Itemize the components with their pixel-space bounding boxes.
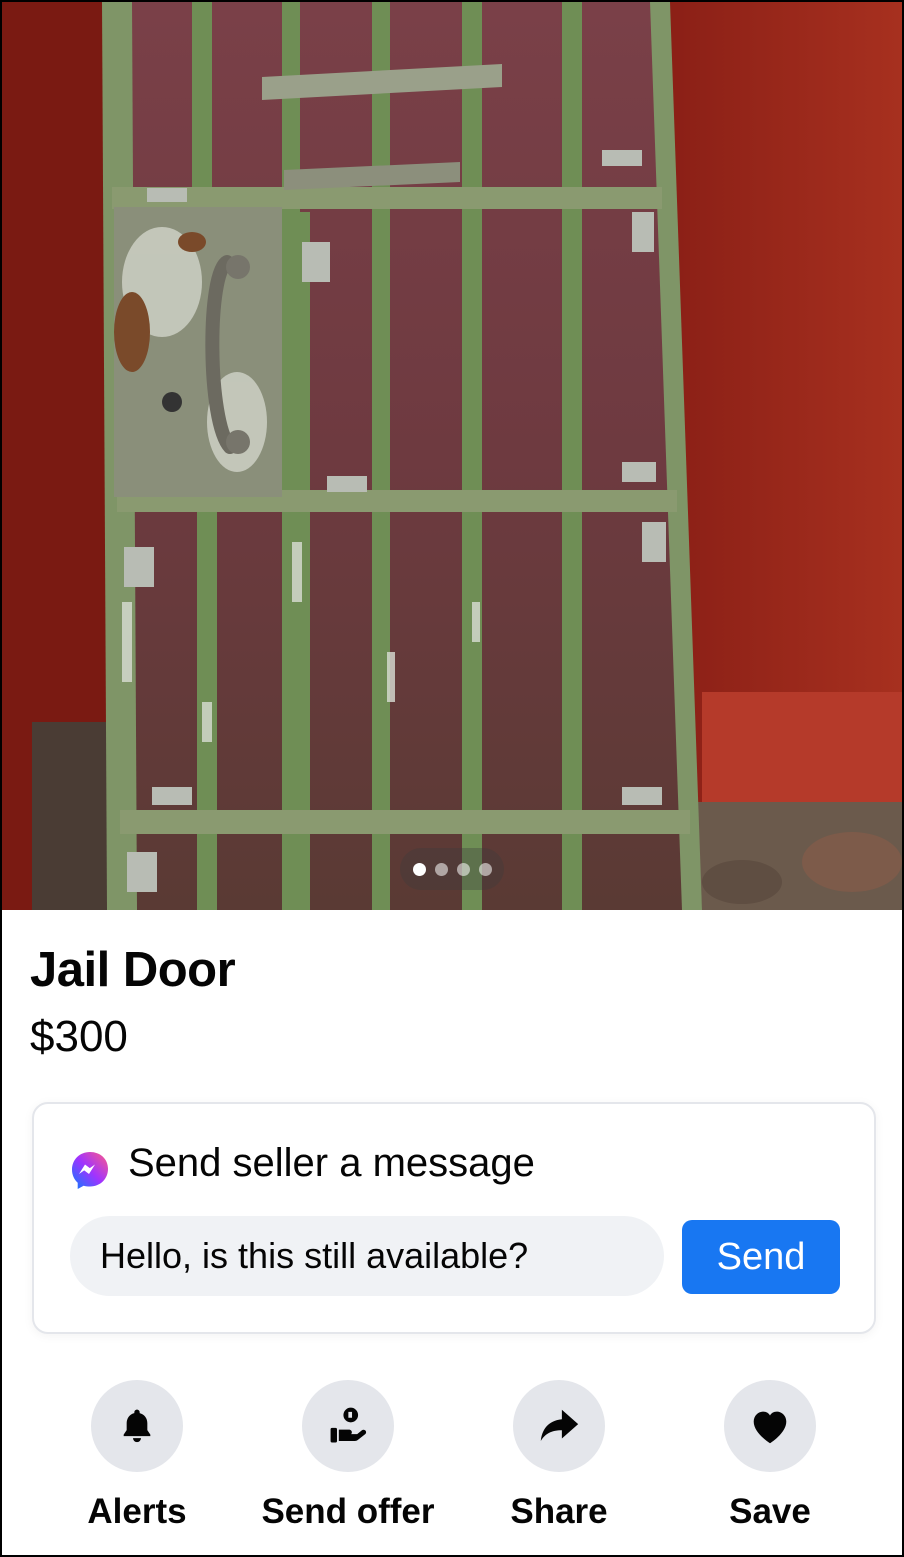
- carousel-dot-3[interactable]: [456, 862, 470, 876]
- share-button[interactable]: Share: [459, 1380, 659, 1532]
- save-label: Save: [729, 1492, 811, 1531]
- listing-title: Jail Door: [30, 943, 236, 997]
- send-offer-label: Send offer: [261, 1492, 435, 1531]
- listing-price: $300: [30, 1012, 128, 1061]
- alerts-label: Alerts: [87, 1492, 187, 1531]
- save-button[interactable]: Save: [670, 1380, 870, 1532]
- listing-photo[interactable]: [2, 2, 902, 910]
- carousel-dot-1[interactable]: [412, 862, 426, 876]
- action-bar: Alerts Send offer Share Save: [2, 1380, 902, 1540]
- offer-icon: [330, 1407, 367, 1443]
- card-header: Send seller a message: [70, 1136, 535, 1190]
- alerts-button[interactable]: Alerts: [37, 1380, 237, 1532]
- share-label: Share: [510, 1492, 608, 1531]
- send-message-card: Send seller a message Send: [32, 1102, 876, 1334]
- alerts-circle[interactable]: [91, 1380, 183, 1472]
- carousel-dot-2[interactable]: [434, 862, 448, 876]
- share-icon: [540, 1409, 579, 1441]
- bell-icon: [123, 1409, 151, 1443]
- marketplace-listing-screen: Jail Door $300 Send seller a message Hel…: [0, 0, 904, 1557]
- share-circle[interactable]: [513, 1380, 605, 1472]
- send-offer-button[interactable]: Send offer: [248, 1380, 448, 1532]
- card-title: Send seller a message: [128, 1140, 535, 1185]
- carousel-dot-4[interactable]: [478, 862, 492, 876]
- carousel-indicator[interactable]: [400, 848, 504, 890]
- heart-icon: [753, 1411, 787, 1444]
- send-offer-circle[interactable]: [302, 1380, 394, 1472]
- save-circle[interactable]: [724, 1380, 816, 1472]
- send-button[interactable]: Send: [682, 1220, 840, 1294]
- jail-door-photo-image: [2, 2, 902, 910]
- message-input[interactable]: [70, 1216, 664, 1296]
- messenger-icon: [70, 1150, 110, 1190]
